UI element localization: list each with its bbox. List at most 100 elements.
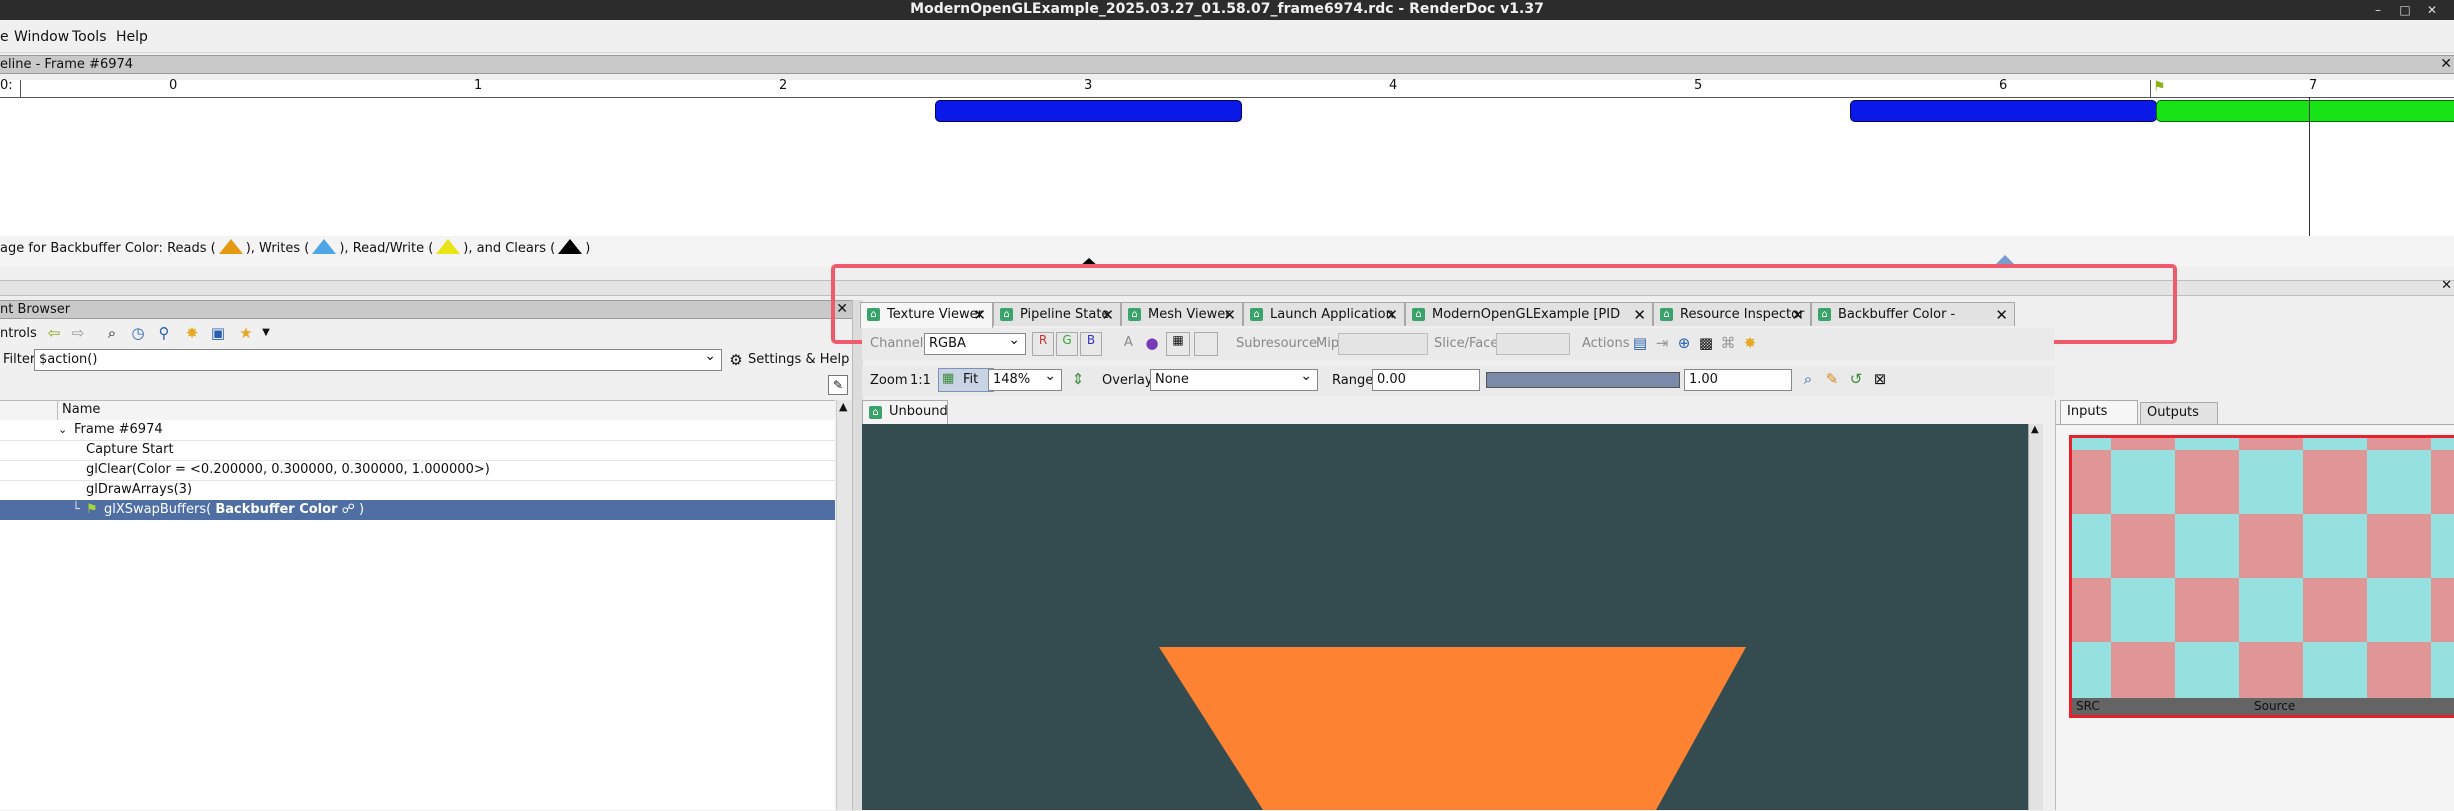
- checker-cell: [2111, 450, 2175, 514]
- scroll-up-icon[interactable]: ▲: [839, 400, 847, 413]
- zoom-select[interactable]: 148%: [988, 366, 1062, 391]
- filter-input[interactable]: $action(): [34, 346, 722, 371]
- checker-cell: [2303, 438, 2367, 450]
- close-icon[interactable]: ✕: [2441, 278, 2452, 293]
- checker-cell: [2072, 514, 2111, 578]
- channel-g-toggle[interactable]: G: [1056, 332, 1078, 356]
- close-window-button[interactable]: ✕: [2424, 2, 2440, 18]
- scroll-up-icon[interactable]: ▲: [2031, 424, 2039, 435]
- checker-cell: [2367, 514, 2431, 578]
- checkerboard-texture: [2072, 438, 2454, 715]
- overlay-label: Overlay: [1102, 373, 1153, 388]
- row-name: glClear(Color = <0.200000, 0.300000, 0.3…: [86, 462, 490, 477]
- close-icon[interactable]: ✕: [2440, 56, 2452, 73]
- window-icon: ⌂: [869, 406, 882, 419]
- tree-row[interactable]: glClear(Color = <0.200000, 0.300000, 0.3…: [0, 460, 835, 481]
- checker-cell: [2431, 578, 2454, 642]
- checker-cell: [2431, 438, 2454, 450]
- gear-icon[interactable]: ✸: [182, 323, 202, 343]
- tree-row-selected[interactable]: └ ⚑ glXSwapBuffers( Backbuffer Color ☍ ): [0, 500, 835, 520]
- checker-cell: [2239, 514, 2303, 578]
- channel-r-toggle[interactable]: R: [1032, 332, 1054, 356]
- settings-help-button[interactable]: Settings & Help: [748, 352, 849, 367]
- channels-select[interactable]: RGBA: [924, 330, 1026, 355]
- view-icon[interactable]: ▩: [1696, 333, 1716, 353]
- save-icon[interactable]: ▤: [1630, 333, 1650, 353]
- usage-label: ), Read/Write (: [339, 241, 434, 256]
- open-icon[interactable]: ⊕: [1674, 333, 1694, 353]
- window-title: ModernOpenGLExample_2025.03.27_01.58.07_…: [910, 1, 1544, 17]
- chevron-down-icon[interactable]: ⌄: [58, 420, 67, 440]
- link-icon[interactable]: ☍: [342, 502, 355, 517]
- menu-tools[interactable]: Tools: [72, 29, 107, 45]
- star-icon[interactable]: ★: [236, 323, 256, 343]
- channel-b-toggle[interactable]: B: [1080, 332, 1102, 356]
- back-icon[interactable]: ⇦: [44, 323, 64, 343]
- viewport-scrollbar[interactable]: ▲: [2028, 424, 2043, 810]
- settings-gear-icon[interactable]: ⚙: [726, 350, 746, 370]
- write-bar: [1850, 100, 2157, 122]
- input-thumbnail[interactable]: SRC Source: [2069, 435, 2454, 718]
- export-icon[interactable]: ▣: [208, 323, 228, 343]
- chevron-down-icon[interactable]: ▼: [256, 323, 276, 343]
- minimize-button[interactable]: –: [2370, 2, 2386, 18]
- tab-inputs[interactable]: Inputs: [2060, 400, 2138, 424]
- row-resource-link[interactable]: Backbuffer Color: [215, 502, 337, 517]
- overlay-select[interactable]: None: [1150, 366, 1318, 391]
- tick-label: 6: [1999, 78, 2008, 93]
- slice-select[interactable]: [1496, 333, 1570, 355]
- reset-icon[interactable]: ↺: [1846, 369, 1866, 389]
- settings-icon[interactable]: ✸: [1740, 333, 1760, 353]
- forward-icon[interactable]: ⇨: [68, 323, 88, 343]
- menu-help[interactable]: Help: [116, 29, 148, 45]
- scrollbar[interactable]: ▲: [836, 400, 853, 810]
- tree-row[interactable]: glDrawArrays(3): [0, 480, 835, 501]
- range-max-input[interactable]: 1.00: [1684, 369, 1792, 391]
- checkerboard-icon[interactable]: ▦: [1166, 332, 1190, 356]
- rendered-texture: [1159, 647, 1746, 810]
- event-tree: ⌄ Frame #6974 Capture Start glClear(Colo…: [0, 420, 835, 810]
- zoom-icon[interactable]: ⌕: [1798, 369, 1818, 389]
- fit-button[interactable]: ▦ Fit: [938, 368, 994, 392]
- usage-label: age for Backbuffer Color: Reads (: [0, 241, 216, 256]
- goto-icon[interactable]: ⇥: [1652, 333, 1672, 353]
- mip-select[interactable]: [1338, 333, 1428, 355]
- tab-outputs[interactable]: Outputs: [2140, 402, 2218, 424]
- zoom-1to1-button[interactable]: 1:1: [910, 373, 931, 388]
- color-icon[interactable]: ●: [1142, 333, 1162, 353]
- flip-icon[interactable]: ⇕: [1068, 369, 1088, 389]
- autofit-icon[interactable]: ✎: [1822, 369, 1842, 389]
- timeline-bar[interactable]: 0: 0 1 2 3 4 5 6 7 ⚑: [0, 78, 2454, 237]
- usage-label: ), Writes (: [245, 241, 310, 256]
- checker-cell: [2111, 438, 2175, 450]
- edit-icon[interactable]: ✎: [828, 375, 848, 395]
- clock-icon[interactable]: ◷: [128, 323, 148, 343]
- timeline-row-label: 0:: [0, 78, 13, 93]
- channel-a-toggle[interactable]: A: [1124, 335, 1133, 350]
- find-icon[interactable]: ⌕: [102, 323, 122, 343]
- checker-cell: [2303, 642, 2367, 706]
- tree-row-frame[interactable]: ⌄ Frame #6974: [0, 420, 835, 441]
- bookmark-icon[interactable]: ⚲: [154, 323, 174, 343]
- histogram-icon[interactable]: ⊠: [1870, 369, 1890, 389]
- fit-label: Fit: [963, 372, 979, 387]
- menu-file[interactable]: e: [0, 29, 9, 45]
- event-line: [2309, 97, 2310, 236]
- row-name: Frame #6974: [74, 422, 163, 437]
- color-swatch-button[interactable]: [1194, 332, 1218, 356]
- tab-unbound[interactable]: ⌂ Unbound: [862, 400, 948, 424]
- range-min-input[interactable]: 0.00: [1372, 369, 1480, 391]
- tree-row[interactable]: Capture Start: [0, 440, 835, 461]
- column-header-name[interactable]: Name: [62, 402, 100, 417]
- maximize-button[interactable]: □: [2397, 2, 2413, 18]
- range-slider[interactable]: [1486, 372, 1680, 388]
- menu-window[interactable]: Window: [14, 29, 69, 45]
- texture-viewport[interactable]: ▲: [862, 424, 2043, 810]
- flag-icon: ⚑: [86, 502, 98, 517]
- timeline-header: eline - Frame #6974 ✕: [0, 55, 2454, 74]
- tree-branch-icon: └: [72, 502, 80, 517]
- clear-icon: [558, 239, 583, 254]
- event-browser-panel: nt Browser ✕ ntrols ⇦ ⇨ ⌕ ◷ ⚲ ✸ ▣ ★ ▼ Fi…: [0, 300, 853, 810]
- link-icon[interactable]: ⌘: [1718, 333, 1738, 353]
- ruler-start: [20, 80, 21, 97]
